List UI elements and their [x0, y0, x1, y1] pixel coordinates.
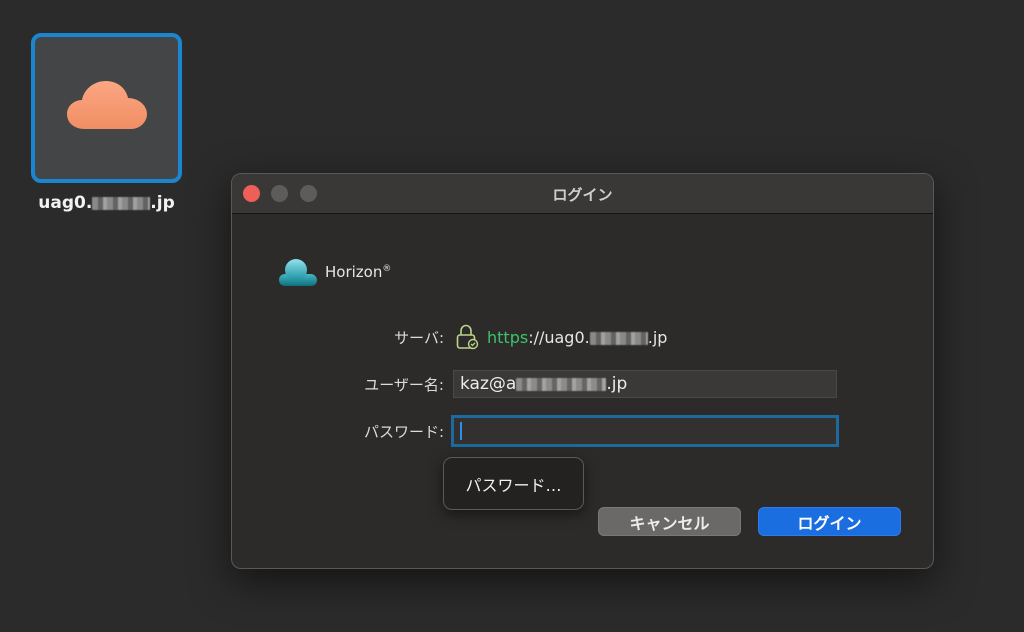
brand: Horizon®	[279, 257, 391, 287]
server-tile-label[interactable]: uag0. .jp	[20, 193, 193, 213]
text-caret	[460, 422, 462, 440]
password-label: パスワード:	[363, 423, 444, 441]
redacted-text	[516, 377, 607, 391]
password-autofill-suggestion[interactable]: パスワード…	[443, 457, 584, 510]
server-url: https://uag0. .jp	[455, 324, 667, 350]
brand-name: Horizon®	[325, 263, 392, 281]
login-dialog: ログイン Horizon® サーバ: https://uag0. .jp ユーザ…	[231, 173, 934, 569]
password-field[interactable]	[451, 415, 839, 447]
redacted-text	[589, 331, 648, 345]
window-title: ログイン	[552, 186, 613, 204]
lock-icon	[456, 324, 479, 350]
title-bar: ログイン	[232, 174, 933, 214]
server-label: サーバ:	[394, 329, 444, 347]
url-scheme: https	[487, 327, 529, 347]
redacted-text	[92, 196, 151, 210]
cancel-button[interactable]: キャンセル	[598, 507, 741, 536]
login-button[interactable]: ログイン	[758, 507, 901, 536]
username-field[interactable]: kaz@a .jp	[453, 370, 837, 398]
server-tile[interactable]	[31, 33, 182, 183]
username-label: ユーザー名:	[364, 376, 444, 394]
cloud-icon	[66, 81, 147, 129]
horizon-logo-icon	[279, 259, 317, 286]
